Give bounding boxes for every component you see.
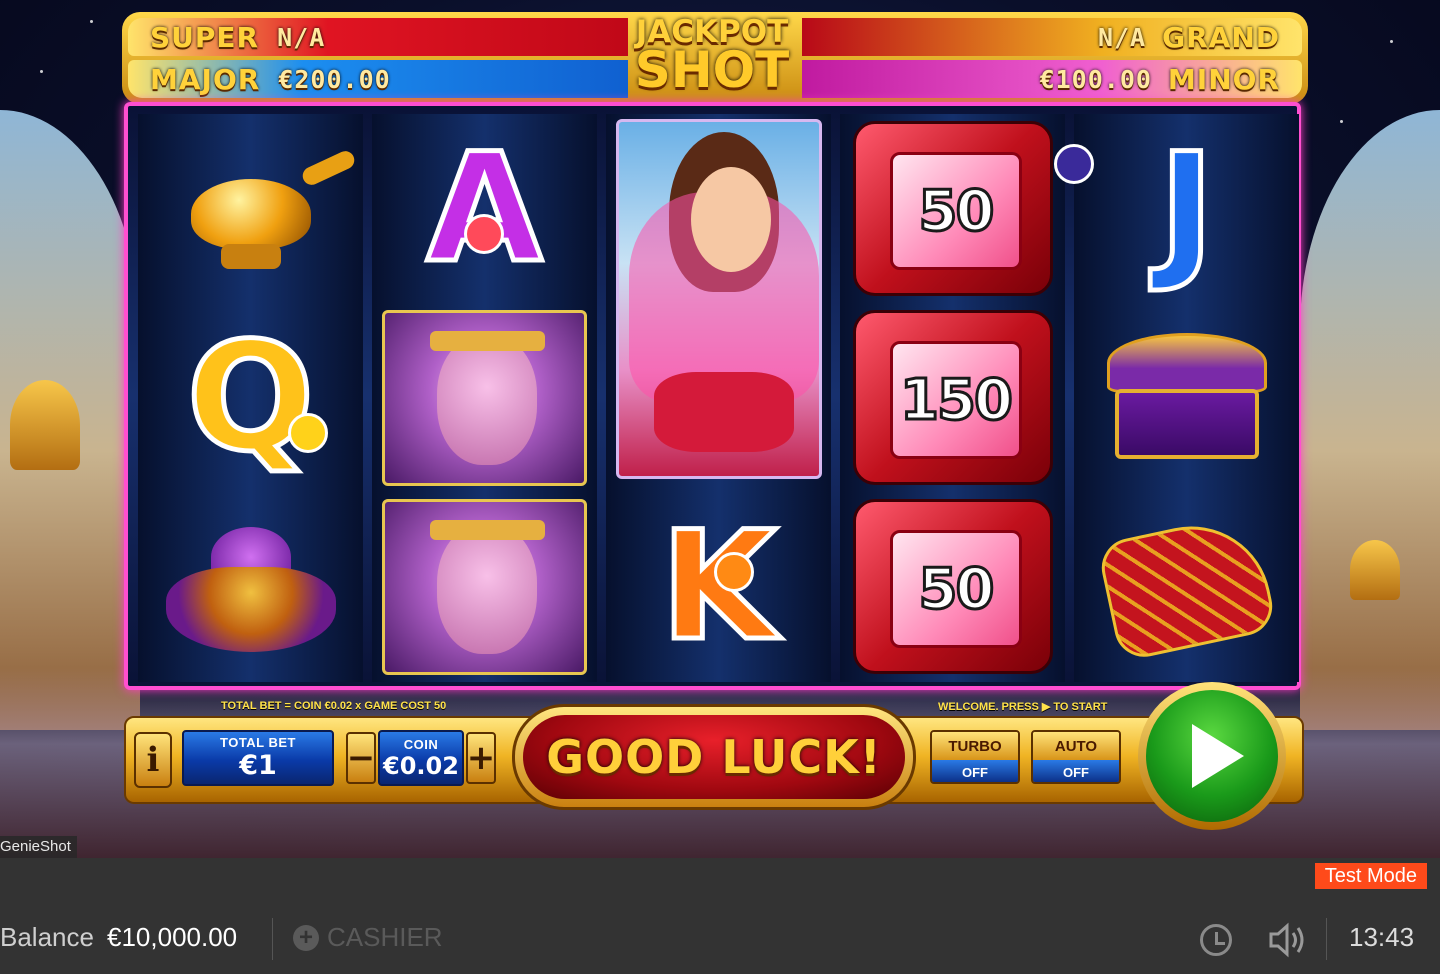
jackpot-major-value: €200.00: [278, 64, 391, 94]
symbol-k: K: [606, 492, 831, 681]
turbo-toggle[interactable]: TURBO OFF: [930, 730, 1020, 784]
magic-lamp-icon: [151, 139, 357, 279]
balance-value: €10,000.00: [107, 922, 238, 952]
palace-arch-left: [0, 110, 140, 730]
jackpot-grand-label: GRAND: [1162, 20, 1280, 54]
palace-arch-right: [1300, 110, 1440, 730]
spin-button[interactable]: [1138, 682, 1286, 830]
symbol-q: Q: [138, 303, 363, 492]
symbol-j: J: [1054, 114, 1299, 303]
auto-label: AUTO: [1033, 732, 1119, 760]
coin-increase-button[interactable]: +: [466, 732, 496, 784]
bet-info-text: TOTAL BET = COIN €0.02 x GAME COST 50: [221, 700, 447, 712]
coin-decrease-button[interactable]: −: [346, 732, 376, 784]
history-icon[interactable]: [1200, 924, 1232, 956]
symbol-magic-lamp: [138, 114, 363, 303]
jackpot-bar: SUPER N/A N/A GRAND MAJOR €200.00 €100.0…: [122, 12, 1308, 104]
ruby-gem-icon: 150: [852, 310, 1053, 485]
reel-3: K: [606, 114, 831, 682]
total-bet-value: €1: [239, 750, 277, 781]
play-icon: [1192, 724, 1244, 788]
auto-toggle[interactable]: AUTO OFF: [1031, 730, 1121, 784]
cashier-button[interactable]: + CASHIER: [293, 922, 443, 953]
symbol-magic-carpet: [1074, 492, 1299, 681]
info-button[interactable]: i: [134, 732, 172, 788]
jackpot-major-label: MAJOR: [150, 62, 261, 96]
total-bet-display: TOTAL BET €1: [182, 730, 334, 786]
logo-line-2: SHOT: [634, 40, 790, 99]
add-funds-icon: +: [293, 924, 319, 951]
symbol-ruby-gem: 150: [840, 303, 1065, 492]
letter-k: K: [658, 499, 779, 674]
symbol-genie: [372, 492, 597, 681]
jackpot-minor-value: €100.00: [1039, 64, 1152, 94]
reel-1: Q: [138, 114, 363, 682]
plum-icon: [1054, 144, 1094, 184]
orange-icon: [714, 552, 754, 592]
jackpot-minor: €100.00 MINOR: [802, 60, 1302, 98]
coin-value: €0.02: [383, 751, 459, 780]
turbo-state: OFF: [932, 760, 1018, 782]
jackpot-super-label: SUPER: [150, 20, 260, 54]
symbol-a: A: [372, 114, 597, 303]
symbol-ruby-gem: 50: [840, 492, 1065, 681]
auto-state: OFF: [1033, 760, 1119, 782]
ruby-gem-icon: 50: [852, 121, 1053, 296]
cashier-label: CASHIER: [327, 922, 443, 952]
princess-icon: [615, 119, 822, 479]
message-text: GOOD LUCK!: [523, 715, 905, 799]
jackpot-minor-label: MINOR: [1167, 62, 1280, 96]
test-mode-badge: Test Mode: [1314, 863, 1427, 889]
coin-display: COIN €0.02: [378, 730, 464, 786]
treasure-chest-icon: [1097, 323, 1277, 473]
reel-5: J: [1054, 114, 1299, 682]
reel-2: A: [372, 114, 597, 682]
genie-icon: [382, 309, 587, 486]
symbol-treasure-chest: [1074, 303, 1299, 492]
turbo-label: TURBO: [932, 732, 1018, 760]
welcome-text: WELCOME. PRESS ▶ TO START: [938, 701, 1108, 713]
coin-label: COIN: [403, 736, 439, 752]
ruby-gem-icon: 50: [852, 499, 1053, 674]
total-bet-label: TOTAL BET: [220, 735, 296, 750]
gem-value: 150: [899, 366, 1015, 434]
jackpot-super: SUPER N/A: [128, 18, 628, 56]
jackpot-super-value: N/A: [277, 22, 326, 52]
balance-label: Balance: [0, 922, 94, 952]
gem-value: 50: [917, 555, 996, 623]
letter-j: J: [1156, 121, 1217, 296]
reel-area: Q A K 50 150 50 J: [124, 102, 1301, 690]
watermelon-icon: [464, 214, 504, 254]
lemon-icon: [288, 413, 328, 453]
sound-icon[interactable]: [1268, 922, 1308, 958]
symbol-jeweled-turban: [138, 492, 363, 681]
magic-carpet-icon: [1087, 507, 1287, 667]
symbol-genie: [372, 303, 597, 492]
reel-4: 50 150 50: [840, 114, 1065, 682]
jackpot-grand-value: N/A: [1097, 22, 1147, 52]
symbol-princess: [606, 114, 831, 484]
jackpot-shot-logo: JACKPOT SHOT: [622, 6, 802, 106]
jackpot-grand: N/A GRAND: [802, 18, 1302, 56]
genie-icon: [382, 498, 587, 675]
letter-a: A: [424, 121, 545, 296]
footer-bar: [0, 858, 1440, 974]
gem-value: 50: [917, 177, 996, 245]
letter-q: Q: [184, 310, 316, 485]
symbol-ruby-gem: 50: [840, 114, 1065, 303]
jeweled-turban-icon: [165, 522, 336, 652]
message-panel: GOOD LUCK!: [512, 704, 916, 810]
clock: 13:43: [1349, 922, 1415, 952]
game-name-tag: GenieShot: [0, 836, 77, 858]
jackpot-major: MAJOR €200.00: [128, 60, 628, 98]
